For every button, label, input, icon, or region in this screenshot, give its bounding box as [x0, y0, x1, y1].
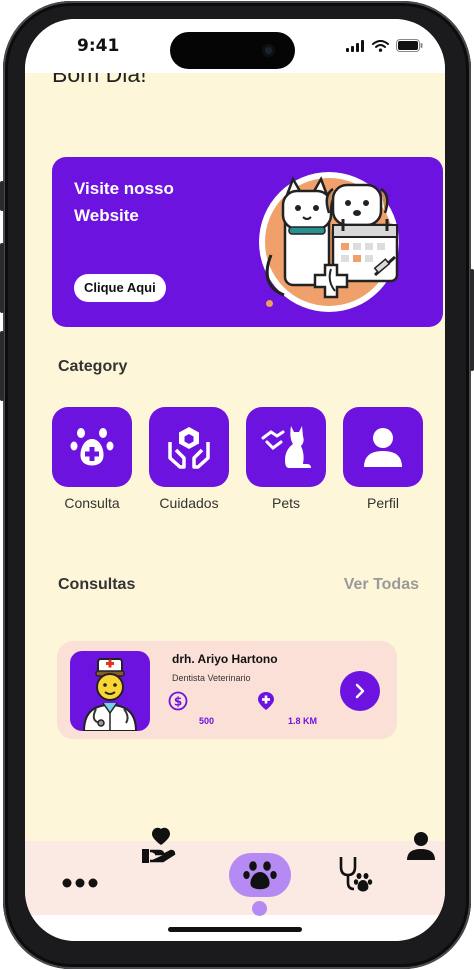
category-cuidados[interactable]: Cuidados [149, 407, 229, 511]
promo-banner[interactable]: Visite nosso Website Clique Aqui [52, 157, 443, 327]
price-value: 500 [199, 716, 215, 726]
category-consulta[interactable]: Consulta [52, 407, 132, 511]
category-perfil[interactable]: Perfil [343, 407, 423, 511]
volume-up-button [0, 243, 4, 313]
category-label: Perfil [367, 495, 399, 511]
category-label: Pets [271, 495, 300, 511]
cat-icon [261, 426, 311, 468]
doctor-name: drh. Ariyo Hartono [172, 652, 278, 666]
app-screen: Bom Dia! 9:41 Visite nosso Website Cliqu… [25, 19, 445, 941]
banner-title: Visite nosso Website [74, 179, 174, 225]
nav-care[interactable] [141, 827, 177, 869]
camera-icon [262, 44, 275, 57]
active-indicator [252, 901, 267, 916]
paw-icon [243, 861, 277, 890]
doctor-avatar [70, 651, 150, 731]
doctor-card[interactable]: drh. Ariyo Hartono Dentista Veterinario … [57, 641, 397, 739]
status-icons [346, 39, 423, 52]
battery-icon [396, 39, 423, 52]
home-indicator[interactable] [168, 927, 302, 932]
see-all-link[interactable]: Ver Todas [344, 576, 419, 594]
category-label: Consulta [64, 495, 120, 511]
category-label: Cuidados [159, 495, 219, 511]
paw-plus-icon [70, 428, 114, 466]
doctor-illustration [82, 658, 138, 731]
open-doctor-button[interactable] [340, 671, 380, 711]
mute-switch [0, 181, 4, 211]
phone-frame: Bom Dia! 9:41 Visite nosso Website Cliqu… [0, 1, 474, 969]
user-icon [364, 428, 402, 467]
dynamic-island [170, 32, 295, 69]
status-bar: 9:41 [25, 19, 445, 73]
visit-website-button[interactable]: Clique Aqui [74, 274, 166, 302]
heart-hand-icon [142, 827, 176, 863]
distance-value: 1.8 KM [288, 716, 318, 726]
consultas-title: Consultas [58, 576, 136, 593]
category-title: Category [58, 358, 128, 375]
category-pets[interactable]: Pets [246, 407, 326, 511]
nav-profile[interactable] [406, 831, 436, 865]
nav-home[interactable] [229, 853, 291, 897]
care-hands-icon [168, 427, 210, 469]
stethoscope-icon [339, 857, 373, 892]
doctor-specialty: Dentista Veterinario [172, 673, 251, 683]
chevron-right-icon [355, 683, 365, 699]
carousel-indicator[interactable] [266, 300, 273, 307]
volume-down-button [0, 331, 4, 401]
power-button [470, 269, 474, 371]
location-icon [258, 692, 274, 710]
status-time: 9:41 [77, 36, 120, 56]
signal-icon [346, 39, 364, 52]
pet-clinic-illustration [259, 172, 399, 312]
price-icon: $ [168, 691, 188, 711]
more-dots-icon [62, 878, 98, 888]
user-icon [407, 832, 435, 860]
nav-more[interactable] [62, 874, 98, 893]
wifi-icon [372, 39, 389, 52]
nav-vet[interactable] [337, 855, 375, 897]
svg-text:$: $ [174, 695, 182, 709]
